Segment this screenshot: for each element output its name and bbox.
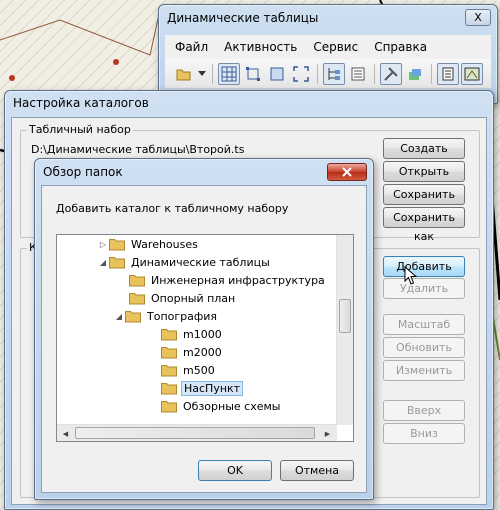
menu-help[interactable]: Справка — [374, 40, 427, 54]
delete-button[interactable]: Удалить — [383, 278, 465, 299]
add-button[interactable]: Добавить — [383, 256, 465, 277]
folder-icon — [161, 328, 177, 341]
folder-icon — [125, 310, 141, 323]
map-window-icon[interactable] — [461, 62, 483, 85]
toolbar-separator — [317, 63, 318, 84]
collapse-arrow-icon[interactable]: ◢ — [113, 312, 125, 321]
ok-button[interactable]: OK — [198, 460, 272, 481]
select-points-icon[interactable] — [242, 63, 264, 85]
down-button[interactable]: Вниз — [383, 423, 465, 444]
tree-item-label: Топография — [147, 309, 218, 323]
scroll-left-icon[interactable]: ◀ — [57, 425, 74, 441]
dialog-title: Обзор папок — [43, 165, 123, 179]
scroll-right-icon[interactable]: ▶ — [319, 425, 336, 441]
folder-tree[interactable]: ▷ Warehouses ◢ Динамические таблицы Инже… — [56, 234, 354, 442]
frame-icon[interactable] — [266, 63, 288, 85]
tree-item-label: Warehouses — [131, 237, 198, 251]
tree-item-label: Динамические таблицы — [131, 255, 270, 269]
vertical-scrollbar[interactable] — [336, 235, 353, 425]
tree-item-label: m1000 — [183, 327, 222, 341]
tree-item[interactable]: Обзорные схемы — [161, 397, 282, 415]
toolbar-separator — [431, 63, 432, 84]
grid-icon[interactable] — [218, 62, 240, 85]
tabset-path: D:\Динамические таблицы\Второй.ts — [31, 143, 245, 156]
table-list-icon[interactable] — [347, 63, 369, 85]
toolbar — [165, 59, 491, 89]
folder-icon — [161, 364, 177, 377]
tree-item-label: m2000 — [183, 345, 222, 359]
menu-file[interactable]: Файл — [175, 40, 208, 54]
tools-icon[interactable] — [380, 62, 402, 85]
scroll-thumb[interactable] — [339, 299, 351, 333]
window-title: Настройка каталогов — [13, 96, 149, 110]
scroll-thumb[interactable] — [75, 427, 315, 439]
folder-icon — [109, 238, 125, 251]
scale-button[interactable]: Масштаб — [383, 314, 465, 335]
tree-item-label: НасПункт — [181, 380, 244, 396]
dropdown-arrow-icon[interactable] — [197, 63, 207, 85]
tree-item[interactable]: ▷ Warehouses — [97, 235, 200, 253]
tree-item[interactable]: Инженерная инфраструктура — [117, 271, 327, 289]
tree-view-icon[interactable] — [323, 62, 345, 85]
up-button[interactable]: Вверх — [383, 400, 465, 421]
save-as-button[interactable]: Сохранить как — [383, 207, 465, 243]
save-button[interactable]: Сохранить — [383, 184, 465, 205]
extent-icon[interactable] — [290, 63, 312, 85]
dialog-prompt: Добавить каталог к табличному набору — [56, 202, 289, 215]
tree-item[interactable]: Опорный план — [117, 289, 237, 307]
change-button[interactable]: Изменить — [383, 360, 465, 381]
tree-item-label: Обзорные схемы — [183, 399, 281, 413]
tree-item-label: m500 — [183, 363, 215, 377]
dialog-client: Добавить каталог к табличному набору ▷ W… — [41, 185, 367, 493]
menu-bar: Файл Активность Сервис Справка — [165, 35, 491, 59]
toolbar-separator — [212, 63, 213, 84]
folder-icon — [161, 382, 177, 395]
tree-item[interactable]: ◢ Топография — [113, 307, 219, 325]
horizontal-scrollbar[interactable]: ◀ ▶ — [57, 424, 337, 441]
create-button[interactable]: Создать — [383, 138, 465, 159]
tree-item[interactable]: ◢ Динамические таблицы — [97, 253, 272, 271]
window-title: Динамические таблицы — [167, 11, 319, 25]
toolbar-separator — [374, 63, 375, 84]
tree-item-label: Инженерная инфраструктура — [151, 273, 325, 287]
close-button[interactable] — [327, 163, 367, 181]
open-folder-icon[interactable] — [173, 63, 195, 85]
tree-item-label: Опорный план — [151, 291, 236, 305]
tree-item[interactable]: m1000 — [161, 325, 224, 343]
menu-service[interactable]: Сервис — [313, 40, 358, 54]
tree-item[interactable]: m2000 — [161, 343, 224, 361]
open-button[interactable]: Открыть — [383, 161, 465, 182]
properties-icon[interactable] — [437, 62, 459, 85]
tree-item[interactable]: m500 — [161, 361, 217, 379]
folder-icon — [161, 400, 177, 413]
refresh-button[interactable]: Обновить — [383, 337, 465, 358]
mouse-pointer-icon — [404, 266, 418, 285]
folder-icon — [129, 292, 145, 305]
tree-item-selected[interactable]: НасПункт — [161, 379, 244, 397]
browse-folders-dialog: Обзор папок Добавить каталог к табличном… — [34, 158, 374, 500]
folder-icon — [161, 346, 177, 359]
layers-icon[interactable] — [404, 63, 426, 85]
group-label: Табличный набор — [27, 123, 133, 136]
cancel-button[interactable]: Отмена — [280, 460, 354, 481]
close-icon — [342, 167, 352, 177]
dynamic-tables-window: Динамические таблицы X Файл Активность С… — [158, 4, 498, 104]
close-button[interactable]: X — [465, 9, 491, 26]
expand-arrow-icon[interactable]: ▷ — [97, 240, 109, 249]
folder-icon — [129, 274, 145, 287]
collapse-arrow-icon[interactable]: ◢ — [97, 258, 109, 267]
menu-activity[interactable]: Активность — [224, 40, 297, 54]
folder-icon — [109, 256, 125, 269]
